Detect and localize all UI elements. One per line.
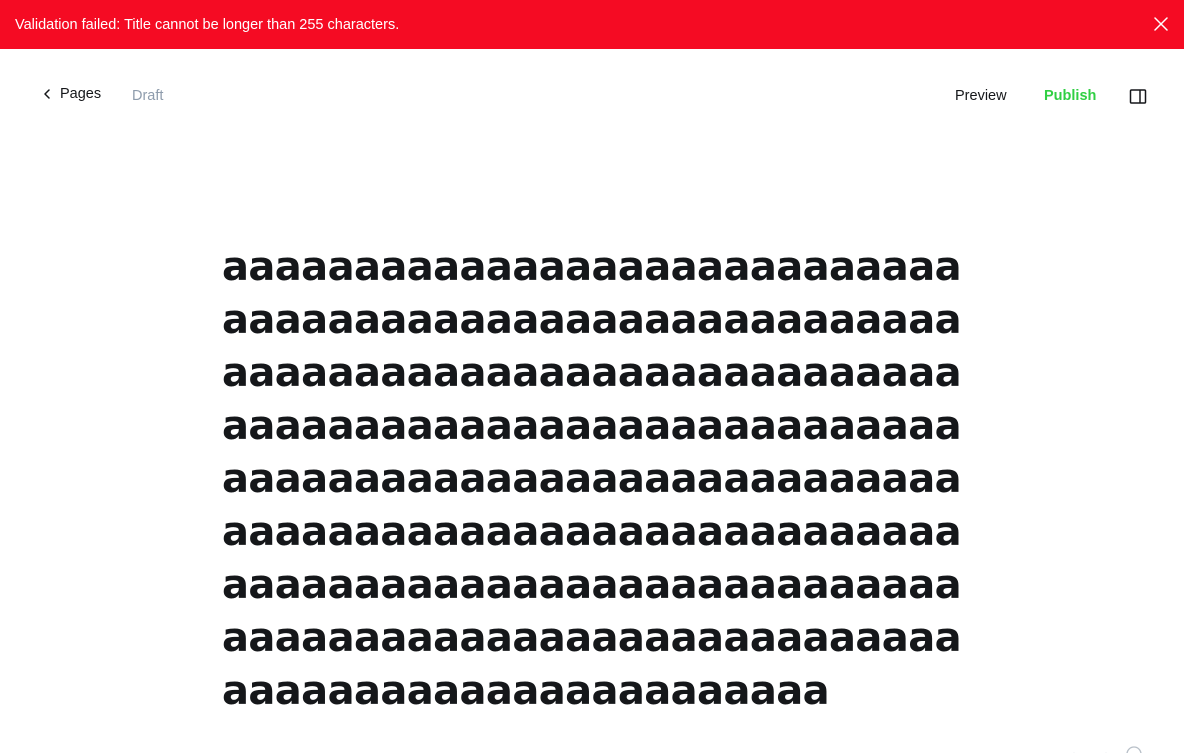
error-message: Validation failed: Title cannot be longe… xyxy=(15,16,400,33)
post-title[interactable]: aaaaaaaaaaaaaaaaaaaaaaaaaaaaaaaaaaaaaaaa… xyxy=(222,241,962,718)
editor-header: Pages Draft Preview Publish xyxy=(0,49,1184,145)
back-to-pages-link[interactable]: Pages xyxy=(42,86,101,102)
post-status: Draft xyxy=(132,88,164,104)
settings-panel-toggle-icon[interactable] xyxy=(1129,88,1147,106)
close-icon[interactable] xyxy=(1150,13,1172,35)
chevron-left-icon xyxy=(42,89,52,99)
help-icon[interactable] xyxy=(1068,742,1148,753)
publish-button[interactable]: Publish xyxy=(1044,88,1096,104)
error-banner: Validation failed: Title cannot be longe… xyxy=(0,0,1184,49)
preview-button[interactable]: Preview xyxy=(955,88,1007,104)
back-label: Pages xyxy=(60,86,102,102)
